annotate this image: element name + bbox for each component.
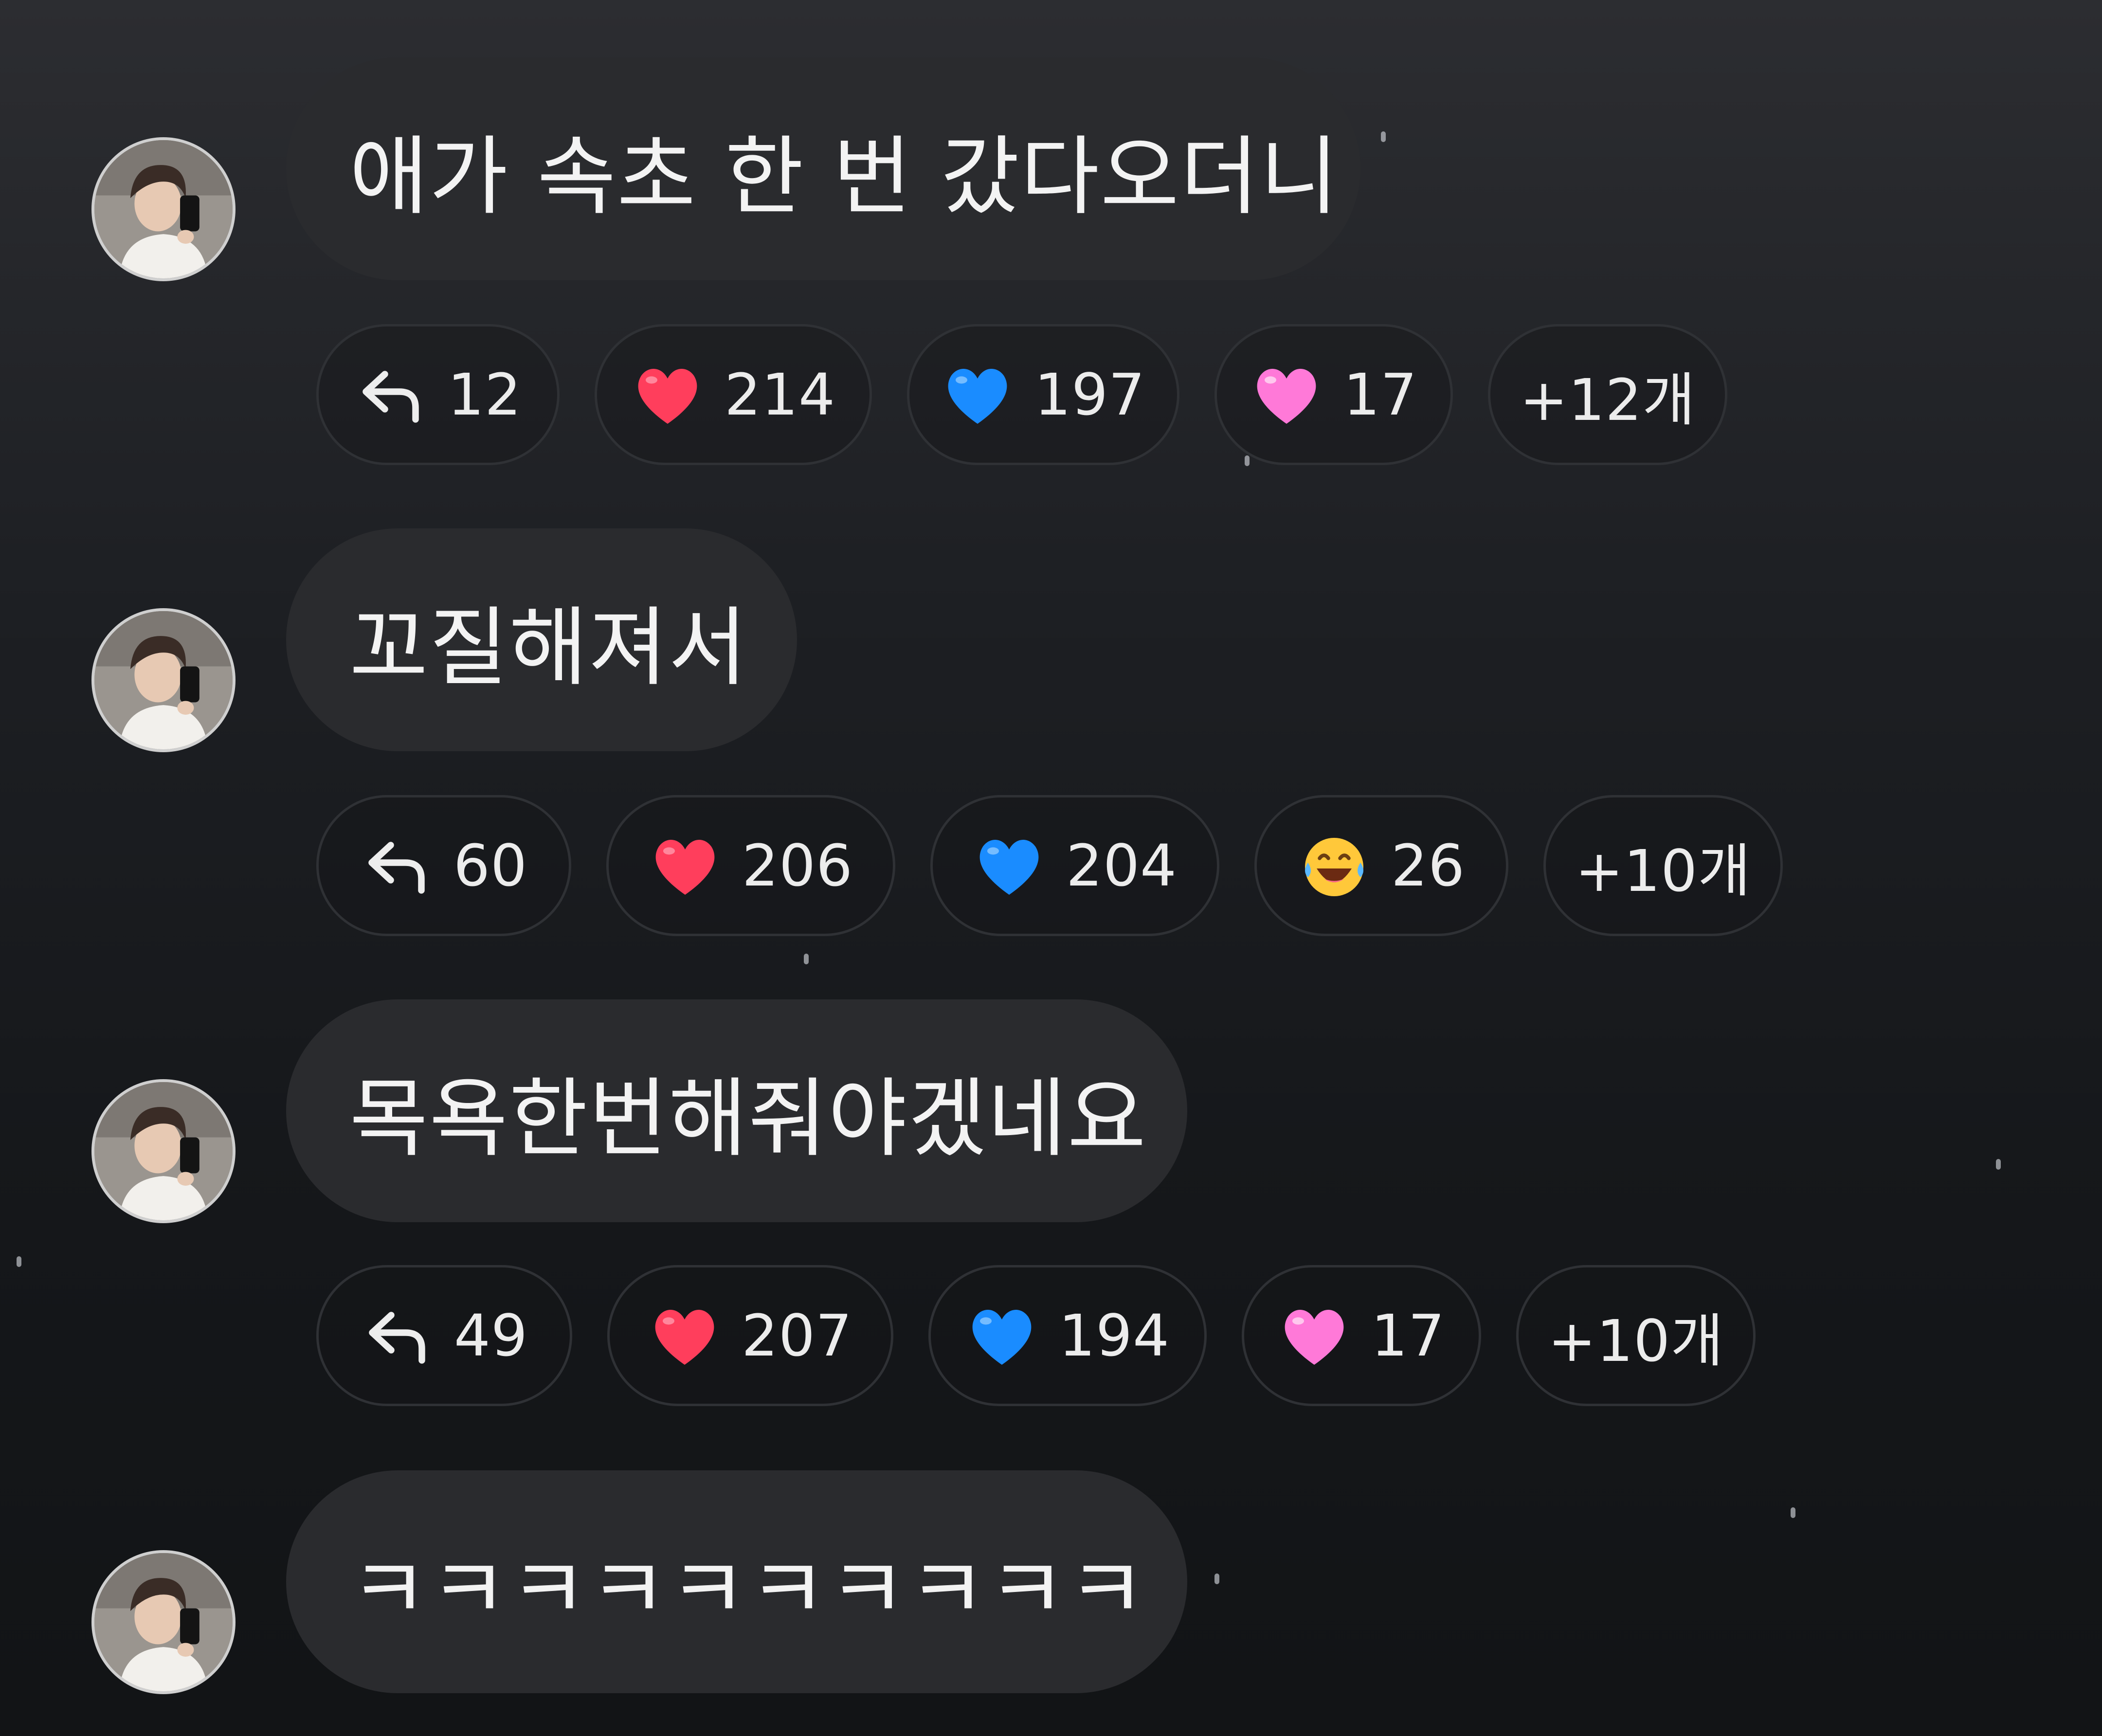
reaction-chip-blue-heart[interactable]: 194 bbox=[928, 1265, 1207, 1406]
reply-count: 49 bbox=[453, 1302, 528, 1369]
reply-count: 12 bbox=[447, 361, 522, 428]
reply-chip[interactable]: 60 bbox=[316, 795, 571, 936]
avatar-photo bbox=[94, 611, 233, 749]
reaction-bar: 12 214 197 17 +12개 bbox=[316, 324, 1727, 465]
reply-count: 60 bbox=[453, 832, 528, 899]
pink-heart-icon bbox=[1278, 1299, 1351, 1372]
avatar-photo bbox=[94, 1553, 233, 1691]
blue-heart-icon bbox=[965, 1299, 1038, 1372]
pink-heart-icon bbox=[1250, 358, 1323, 431]
reaction-count: 207 bbox=[741, 1302, 853, 1369]
reaction-chip-pink-heart[interactable]: 17 bbox=[1214, 324, 1453, 465]
reaction-chip-red-heart[interactable]: 214 bbox=[595, 324, 872, 465]
blue-heart-icon bbox=[973, 829, 1046, 902]
reaction-chip-red-heart[interactable]: 206 bbox=[606, 795, 895, 936]
message-bubble[interactable]: ㅋㅋㅋㅋㅋㅋㅋㅋㅋㅋ bbox=[286, 1470, 1187, 1693]
red-heart-icon bbox=[631, 358, 704, 431]
more-reactions-count: +12개 bbox=[1520, 366, 1696, 434]
message-text: 목욕한번해줘야겠네요 bbox=[349, 1068, 1147, 1169]
reaction-count: 194 bbox=[1058, 1302, 1170, 1369]
reaction-chip-laughing[interactable]: 26 bbox=[1254, 795, 1508, 936]
background-speck bbox=[1791, 1507, 1795, 1518]
avatar[interactable] bbox=[91, 1550, 236, 1694]
background-speck bbox=[1996, 1159, 2001, 1170]
more-reactions-count: +10개 bbox=[1548, 1307, 1724, 1374]
more-reactions-chip[interactable]: +10개 bbox=[1516, 1265, 1756, 1406]
avatar[interactable] bbox=[91, 1079, 236, 1223]
message-text: ㅋㅋㅋㅋㅋㅋㅋㅋㅋㅋ bbox=[349, 1539, 1147, 1640]
reply-icon bbox=[360, 829, 433, 902]
avatar[interactable] bbox=[91, 608, 236, 752]
message-text: 꼬질해져서 bbox=[349, 597, 748, 698]
background-speck bbox=[1381, 131, 1386, 142]
reply-icon bbox=[361, 1299, 434, 1372]
avatar-photo bbox=[94, 1082, 233, 1220]
reply-chip[interactable]: 49 bbox=[316, 1265, 572, 1406]
reaction-count: 206 bbox=[742, 832, 853, 899]
avatar[interactable] bbox=[91, 137, 236, 281]
avatar-photo bbox=[94, 140, 233, 278]
reaction-count: 214 bbox=[724, 361, 836, 428]
red-heart-icon bbox=[648, 1299, 721, 1372]
reaction-bar: 60 206 204 26 +10개 bbox=[316, 795, 1783, 936]
reply-icon bbox=[354, 358, 427, 431]
reaction-chip-blue-heart[interactable]: 197 bbox=[907, 324, 1179, 465]
background-speck bbox=[1214, 1573, 1219, 1584]
reaction-count: 204 bbox=[1066, 832, 1178, 899]
background-speck bbox=[17, 1256, 21, 1267]
reaction-count: 17 bbox=[1371, 1302, 1446, 1369]
reply-chip[interactable]: 12 bbox=[316, 324, 560, 465]
red-heart-icon bbox=[649, 829, 722, 902]
blue-heart-icon bbox=[941, 358, 1014, 431]
message-text: 애가 속초 한 번 갔다오더니 bbox=[349, 127, 1340, 227]
reaction-bar: 49 207 194 17 +10개 bbox=[316, 1265, 1756, 1406]
message-bubble[interactable]: 꼬질해져서 bbox=[286, 528, 797, 751]
message-bubble[interactable]: 애가 속초 한 번 갔다오더니 bbox=[286, 57, 1360, 280]
reaction-chip-blue-heart[interactable]: 204 bbox=[930, 795, 1219, 936]
reaction-count: 17 bbox=[1343, 361, 1418, 428]
background-speck bbox=[1245, 455, 1250, 466]
background-speck bbox=[804, 954, 809, 964]
reaction-count: 197 bbox=[1034, 361, 1146, 428]
reaction-chip-red-heart[interactable]: 207 bbox=[607, 1265, 893, 1406]
reaction-count: 26 bbox=[1391, 832, 1466, 899]
more-reactions-chip[interactable]: +12개 bbox=[1488, 324, 1727, 465]
reaction-chip-pink-heart[interactable]: 17 bbox=[1242, 1265, 1481, 1406]
message-bubble[interactable]: 목욕한번해줘야겠네요 bbox=[286, 999, 1187, 1222]
more-reactions-count: +10개 bbox=[1575, 837, 1751, 904]
more-reactions-chip[interactable]: +10개 bbox=[1543, 795, 1783, 936]
laughing-tears-icon bbox=[1298, 829, 1371, 902]
